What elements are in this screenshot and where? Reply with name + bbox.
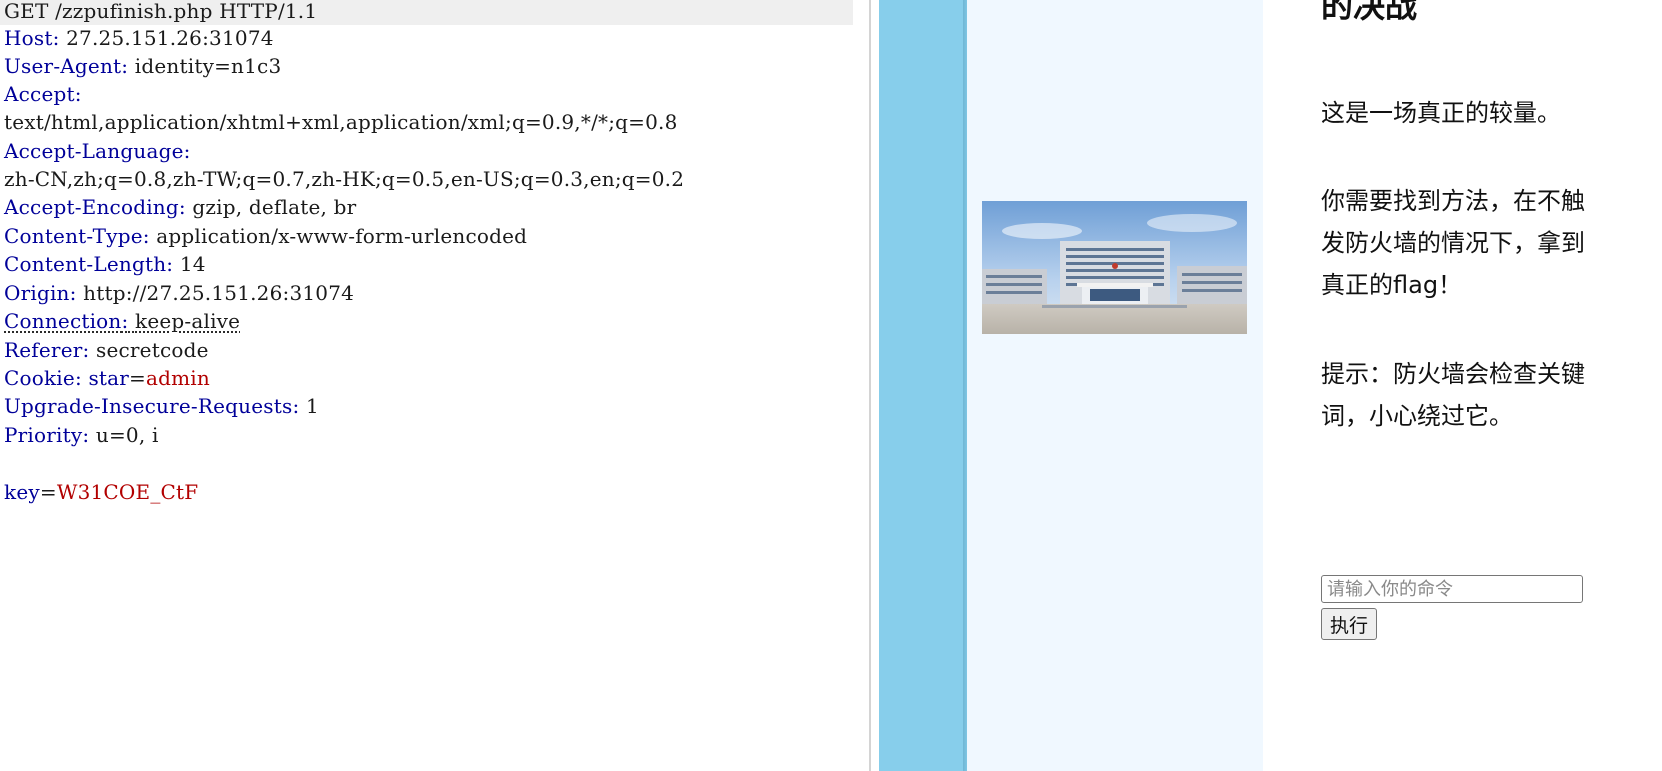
header-accept-language-value: zh-CN,zh;q=0.8,zh-TW;q=0.7,zh-HK;q=0.5,e… [4, 165, 684, 193]
header-user-agent: User-Agent: identity=n1c3 [4, 54, 282, 78]
building-photo [982, 201, 1247, 334]
header-value: secretcode [96, 338, 209, 362]
header-name: Content-Type [4, 224, 143, 248]
command-input[interactable] [1321, 575, 1583, 603]
app-window: GET /zzpufinish.php HTTP/1.1 Host: 27.25… [0, 0, 1662, 771]
header-priority: Priority: u=0, i [4, 423, 159, 447]
header-name: Connection [4, 309, 122, 333]
body-param-value: W31COE_CtF [56, 480, 199, 504]
header-name: Content-Length [4, 252, 167, 276]
cookie-value: admin [146, 366, 210, 390]
hint-paragraph: 提示：防火墙会检查关键词，小心绕过它。 [1321, 360, 1585, 430]
request-line-text: GET /zzpufinish.php HTTP/1.1 [4, 0, 318, 23]
header-name: User-Agent [4, 54, 122, 78]
execute-button[interactable]: 执行 [1321, 608, 1378, 640]
header-accept: Accept: [4, 82, 82, 106]
header-accept-value: text/html,application/xhtml+xml,applicat… [4, 108, 678, 136]
header-name: Referer [4, 338, 83, 362]
header-name: Accept-Language [4, 139, 184, 163]
header-value: 1 [305, 394, 319, 418]
header-accept-encoding: Accept-Encoding: gzip, deflate, br [4, 195, 357, 219]
content-panel [967, 0, 1263, 771]
header-name: Accept-Encoding [4, 195, 179, 219]
request-line: GET /zzpufinish.php HTTP/1.1 [0, 0, 853, 25]
rendered-page: 的决战 这是一场真正的较量。 你需要找到方法，在不触发防火墙的情况下，拿到真正的… [879, 0, 1662, 771]
header-value: keep-alive [135, 309, 241, 333]
header-value: identity=n1c3 [134, 54, 282, 78]
page-heading: 的决战 [1321, 0, 1418, 25]
header-content-length: Content-Length: 14 [4, 252, 206, 276]
header-accept-language: Accept-Language: [4, 139, 191, 163]
header-connection: Connection: keep-alive [4, 309, 241, 333]
header-value: 14 [179, 252, 206, 276]
header-value: gzip, deflate, br [192, 195, 357, 219]
sidebar-band [879, 0, 967, 771]
header-value: u=0, i [95, 423, 159, 447]
header-value: zh-CN,zh;q=0.8,zh-TW;q=0.7,zh-HK;q=0.5,e… [4, 167, 685, 191]
http-request-editor[interactable]: GET /zzpufinish.php HTTP/1.1 Host: 27.25… [0, 0, 869, 771]
header-value: text/html,application/xhtml+xml,applicat… [4, 110, 678, 134]
splitter-gap [871, 0, 879, 771]
header-name: Priority [4, 423, 83, 447]
header-upgrade-insecure-requests: Upgrade-Insecure-Requests: 1 [4, 394, 319, 418]
header-name: Origin [4, 281, 70, 305]
intro-paragraph: 这是一场真正的较量。 [1321, 99, 1561, 127]
request-body: key=W31COE_CtF [4, 480, 199, 504]
header-content-type: Content-Type: application/x-www-form-url… [4, 224, 528, 248]
header-host: Host: 27.25.151.26:31074 [4, 26, 274, 50]
header-value: application/x-www-form-urlencoded [156, 224, 528, 248]
header-name: Host [4, 26, 53, 50]
header-value: 27.25.151.26:31074 [66, 26, 274, 50]
header-name: Upgrade-Insecure-Requests [4, 394, 293, 418]
header-referer: Referer: secretcode [4, 338, 209, 362]
cookie-key: star [88, 366, 130, 390]
header-cookie: Cookie: star=admin [4, 366, 210, 390]
header-name: Accept [4, 82, 75, 106]
header-value: http://27.25.151.26:31074 [83, 281, 355, 305]
instruction-paragraph: 你需要找到方法，在不触发防火墙的情况下，拿到真正的flag！ [1321, 187, 1585, 299]
header-origin: Origin: http://27.25.151.26:31074 [4, 281, 355, 305]
body-param-key: key [4, 480, 40, 504]
header-name: Cookie [4, 366, 75, 390]
